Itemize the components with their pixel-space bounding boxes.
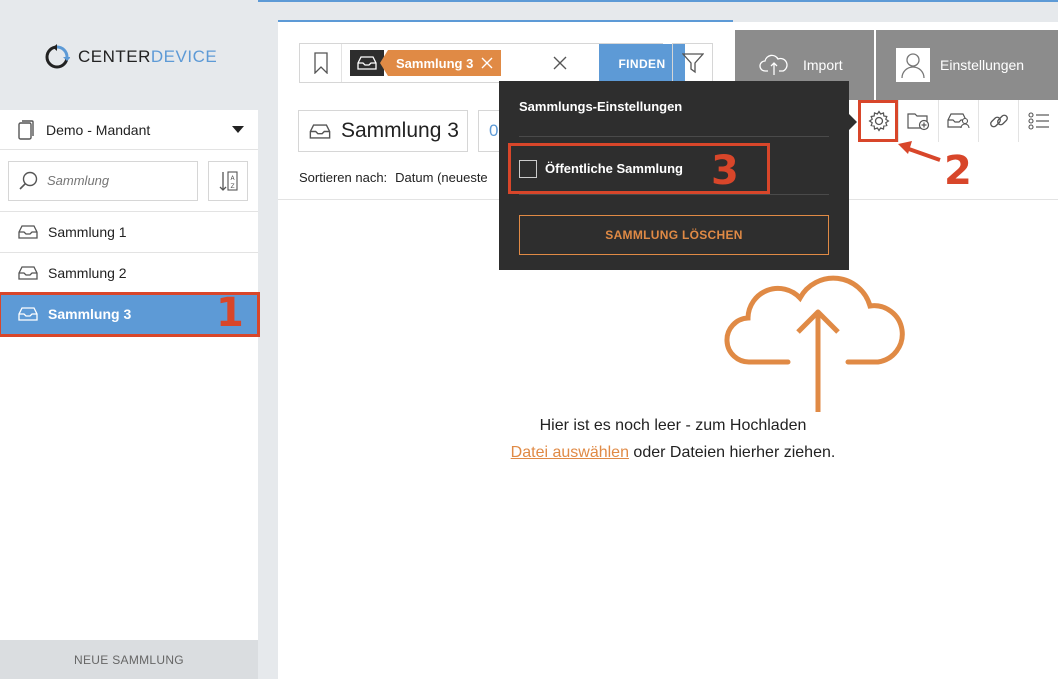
document-icon (18, 119, 34, 140)
collection-item-2[interactable]: Sammlung 2 (0, 253, 258, 294)
page-title: Sammlung 3 (341, 119, 459, 142)
tenant-selector[interactable]: Demo - Mandant (0, 110, 258, 150)
logo-icon (45, 44, 70, 69)
search-icon (19, 171, 38, 190)
popover-divider (519, 194, 829, 195)
tag-remove-icon[interactable] (481, 57, 493, 69)
cloud-upload-icon (759, 54, 788, 75)
empty-state (278, 262, 1058, 417)
public-collection-checkbox[interactable] (519, 159, 537, 178)
collection-label: Sammlung 2 (48, 265, 127, 281)
avatar (896, 48, 930, 82)
inbox-icon (18, 225, 38, 239)
sort-line: Sortieren nach: Datum (neueste (299, 170, 488, 185)
collection-label: Sammlung 1 (48, 224, 127, 240)
inbox-icon (309, 123, 331, 139)
logo-text: CENTERDEVICE (78, 47, 218, 66)
tag-label: Sammlung 3 (380, 50, 502, 76)
choose-file-link[interactable]: Datei auswählen (511, 444, 629, 461)
link-icon (989, 114, 1008, 128)
search-tag[interactable]: Sammlung 3 (350, 50, 502, 76)
list-view-button[interactable] (1018, 100, 1058, 142)
empty-line-2: Datei auswählen oder Dateien hierher zie… (458, 439, 888, 466)
svg-text:Z: Z (230, 183, 234, 190)
add-folder-button[interactable] (898, 100, 938, 142)
folder-add-icon (906, 113, 929, 131)
collection-title-box: Sammlung 3 (298, 110, 468, 152)
sort-button[interactable]: A Z (208, 160, 248, 201)
empty-line-2-rest: oder Dateien hierher ziehen. (628, 444, 836, 461)
tag-text: Sammlung 3 (396, 55, 474, 71)
inbox-users-icon (946, 113, 970, 129)
search-bar[interactable]: Sammlung 3 FINDEN (299, 43, 685, 84)
share-collection-button[interactable] (938, 100, 978, 142)
bookmark-button[interactable] (300, 44, 342, 82)
collection-toolbar (858, 100, 1058, 142)
annotation-number-2: 2 (944, 148, 972, 194)
empty-line-1: Hier ist es noch leer - zum Hochladen (539, 417, 807, 434)
collection-label: Sammlung 3 (48, 306, 132, 322)
collection-settings-popover: Sammlungs-Einstellungen Öffentliche Samm… (499, 81, 849, 270)
settings-label: Einstellungen (940, 57, 1025, 73)
clear-search-icon[interactable] (553, 56, 567, 70)
filter-button[interactable] (672, 43, 713, 83)
popover-divider (519, 136, 829, 137)
sort-label: Sortieren nach: (299, 170, 388, 185)
logo: CENTERDEVICE (44, 44, 217, 70)
bookmark-icon (313, 52, 328, 74)
list-icon (1027, 112, 1049, 130)
annotation-number-3: 3 (711, 148, 739, 194)
tag-inbox-icon-wrap (350, 50, 384, 76)
tenant-label: Demo - Mandant (46, 121, 151, 138)
import-label: Import (803, 57, 843, 73)
public-collection-label: Öffentliche Sammlung (545, 161, 683, 176)
sidebar-panel: Demo - Mandant A Z (0, 110, 260, 640)
inbox-icon (18, 266, 38, 280)
user-icon (901, 53, 925, 79)
popover-title: Sammlungs-Einstellungen (519, 99, 683, 114)
gear-icon (868, 110, 889, 132)
collection-search-row: A Z (0, 150, 258, 212)
collection-search-input[interactable] (47, 173, 187, 188)
inbox-icon (18, 307, 38, 321)
annotation-number-1: 1 (216, 290, 244, 336)
collection-settings-button[interactable] (858, 100, 898, 142)
settings-button[interactable]: Einstellungen (876, 30, 1058, 100)
popover-arrow (849, 114, 857, 130)
inbox-icon (357, 56, 377, 70)
new-collection-button[interactable]: NEUE SAMMLUNG (0, 640, 258, 679)
collection-search-box[interactable] (8, 160, 198, 201)
collection-item-1[interactable]: Sammlung 1 (0, 212, 258, 253)
link-button[interactable] (978, 100, 1018, 142)
sort-value[interactable]: Datum (neueste (395, 170, 488, 185)
sidebar: CENTERDEVICE Demo - Mandant Sammlung A Z… (0, 0, 260, 679)
caret-down-icon (232, 125, 244, 133)
svg-text:A: A (230, 175, 235, 182)
filter-icon (681, 53, 704, 74)
annotation-arrow (898, 141, 941, 162)
delete-collection-button[interactable]: SAMMLUNG LÖSCHEN (519, 215, 829, 255)
empty-text: Hier ist es noch leer - zum Hochladen Da… (458, 412, 888, 466)
sort-az-icon: A Z (219, 170, 238, 191)
cloud-upload-icon (724, 275, 905, 412)
